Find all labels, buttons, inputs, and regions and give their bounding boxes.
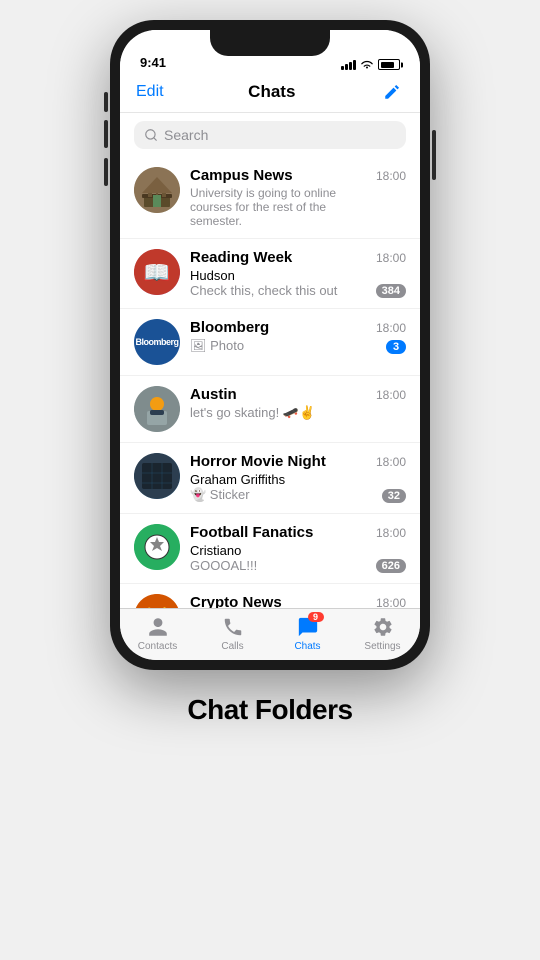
horror-movie-night-content: Horror Movie Night 18:00 Graham Griffith… [190, 453, 406, 503]
chats-badge: 9 [308, 612, 324, 622]
campus-news-preview: University is going to online courses fo… [190, 186, 406, 228]
avatar-bloomberg: Bloomberg [134, 319, 180, 365]
wifi-icon [360, 60, 374, 70]
calls-label: Calls [221, 641, 243, 652]
campus-news-avatar-img [134, 167, 180, 213]
crypto-news-content: Crypto News 18:00 Boss What a few weeks … [190, 594, 406, 608]
battery-icon [378, 59, 400, 70]
search-icon [144, 128, 158, 142]
footer-title: Chat Folders [187, 694, 352, 726]
football-fanatics-content: Football Fanatics 18:00 Cristiano GOOOAL… [190, 524, 406, 573]
bloomberg-name: Bloomberg [190, 319, 269, 336]
chat-item-crypto-news[interactable]: 🐱 Crypto News 18:00 Boss What a few week… [120, 584, 420, 608]
chat-item-campus-news[interactable]: Campus News 18:00 University is going to… [120, 157, 420, 239]
chat-item-reading-week[interactable]: 📖 Reading Week 18:00 Hudson Check this, … [120, 239, 420, 309]
volume-up-button [104, 120, 108, 148]
settings-icon [371, 615, 395, 639]
horror-movie-night-sender: Graham Griffiths [190, 472, 382, 487]
compose-button[interactable] [380, 80, 404, 104]
chat-item-football-fanatics[interactable]: Football Fanatics 18:00 Cristiano GOOOAL… [120, 514, 420, 584]
horror-avatar-img [134, 453, 180, 499]
football-avatar-img [134, 524, 180, 570]
chat-item-horror-movie-night[interactable]: Horror Movie Night 18:00 Graham Griffith… [120, 443, 420, 514]
edit-button[interactable]: Edit [136, 83, 164, 101]
avatar-campus-news [134, 167, 180, 213]
search-bar: Search [120, 113, 420, 157]
austin-time: 18:00 [376, 388, 406, 402]
tab-chats[interactable]: 9 Chats [270, 615, 345, 652]
austin-preview: let's go skating! 🛹✌ [190, 405, 406, 421]
notch [210, 30, 330, 56]
chat-item-austin[interactable]: Austin 18:00 let's go skating! 🛹✌ [120, 376, 420, 443]
tab-bar: Contacts Calls 9 Chats [120, 608, 420, 660]
horror-movie-night-badge: 32 [382, 489, 406, 503]
chats-label: Chats [294, 641, 320, 652]
football-fanatics-preview: Cristiano GOOOAL!!! [190, 543, 376, 573]
horror-movie-night-name: Horror Movie Night [190, 453, 326, 470]
contacts-label: Contacts [138, 641, 177, 652]
bloomberg-content: Bloomberg 18:00 🖼 Photo 3 [190, 319, 406, 354]
campus-news-time: 18:00 [376, 169, 406, 183]
horror-movie-night-message: 👻 Sticker [190, 487, 350, 503]
reading-week-avatar-img: 📖 [134, 249, 180, 295]
crypto-avatar-img: 🐱 [134, 594, 180, 608]
header-title: Chats [248, 82, 295, 102]
reading-week-content: Reading Week 18:00 Hudson Check this, ch… [190, 249, 406, 298]
svg-text:📖: 📖 [143, 260, 170, 285]
power-button [432, 130, 436, 180]
chat-item-bloomberg[interactable]: Bloomberg Bloomberg 18:00 🖼 Photo 3 [120, 309, 420, 376]
volume-down-button [104, 158, 108, 186]
reading-week-time: 18:00 [376, 251, 406, 265]
mute-button [104, 92, 108, 112]
calls-icon [221, 615, 245, 639]
avatar-reading-week: 📖 [134, 249, 180, 295]
chat-list: Campus News 18:00 University is going to… [120, 157, 420, 608]
horror-movie-night-preview: Graham Griffiths 👻 Sticker [190, 472, 382, 503]
status-time: 9:41 [140, 55, 166, 70]
contacts-icon [146, 615, 170, 639]
avatar-crypto-news: 🐱 [134, 594, 180, 608]
search-placeholder: Search [164, 127, 208, 143]
avatar-horror-movie-night [134, 453, 180, 499]
tab-settings[interactable]: Settings [345, 615, 420, 652]
settings-label: Settings [364, 641, 400, 652]
reading-week-badge: 384 [376, 284, 406, 298]
football-fanatics-name: Football Fanatics [190, 524, 313, 541]
football-fanatics-sender: Cristiano [190, 543, 376, 558]
signal-icon [341, 60, 356, 70]
football-fanatics-message: GOOOAL!!! [190, 558, 350, 573]
austin-avatar-img [134, 386, 180, 432]
austin-name: Austin [190, 386, 237, 403]
austin-message: let's go skating! 🛹✌ [190, 405, 350, 421]
bloomberg-time: 18:00 [376, 321, 406, 335]
avatar-austin [134, 386, 180, 432]
bloomberg-preview: 🖼 Photo [190, 338, 386, 354]
football-fanatics-badge: 626 [376, 559, 406, 573]
chats-icon: 9 [296, 615, 320, 639]
campus-news-content: Campus News 18:00 University is going to… [190, 167, 406, 228]
tab-calls[interactable]: Calls [195, 615, 270, 652]
reading-week-name: Reading Week [190, 249, 292, 266]
header: Edit Chats [120, 74, 420, 113]
campus-news-name: Campus News [190, 167, 293, 184]
austin-content: Austin 18:00 let's go skating! 🛹✌ [190, 386, 406, 421]
phone-frame: 9:41 Edit Chats [110, 20, 430, 670]
horror-movie-night-time: 18:00 [376, 455, 406, 469]
reading-week-preview: Hudson Check this, check this out [190, 268, 376, 298]
crypto-news-time: 18:00 [376, 596, 406, 608]
reading-week-sender: Hudson [190, 268, 376, 283]
campus-news-message: University is going to online courses fo… [190, 186, 370, 228]
status-icons [341, 59, 400, 70]
tab-contacts[interactable]: Contacts [120, 615, 195, 652]
bloomberg-badge: 3 [386, 340, 406, 354]
compose-icon [383, 83, 401, 101]
search-input-wrap[interactable]: Search [134, 121, 406, 149]
bloomberg-message: 🖼 Photo [190, 338, 350, 354]
reading-week-message: Check this, check this out [190, 283, 350, 298]
crypto-news-name: Crypto News [190, 594, 282, 608]
football-fanatics-time: 18:00 [376, 526, 406, 540]
avatar-football-fanatics [134, 524, 180, 570]
